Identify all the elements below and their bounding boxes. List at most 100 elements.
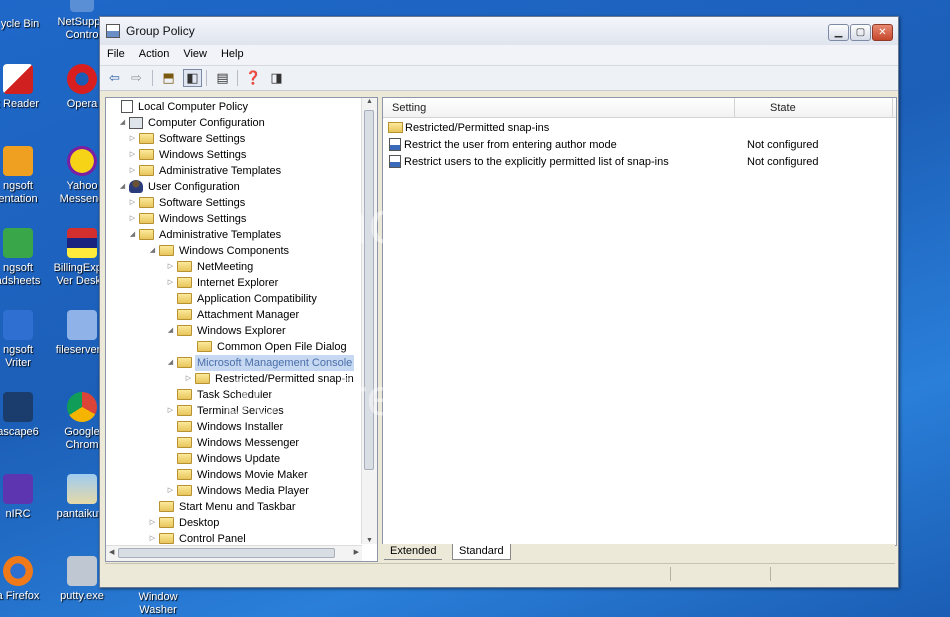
policy-document-icon	[121, 100, 133, 113]
scroll-right-icon[interactable]: ▶	[354, 548, 359, 556]
tree-node[interactable]: ▷ Desktop	[148, 515, 221, 531]
scrollbar-thumb[interactable]	[118, 548, 335, 558]
tree-node[interactable]: Windows Movie Maker	[166, 467, 310, 483]
setting-state: Not configured	[747, 156, 819, 168]
forward-button[interactable]: ⇨	[128, 70, 145, 86]
tree-node[interactable]: ▷ Restricted/Permitted snap-in	[184, 371, 356, 387]
folder-icon	[177, 453, 192, 464]
tree-expander-icon[interactable]: ◢	[118, 179, 127, 195]
tree-node[interactable]: ◢ Administrative Templates	[128, 227, 283, 243]
column-divider[interactable]	[734, 98, 735, 117]
show-hide-tree-button[interactable]: ◧	[183, 69, 202, 87]
tree-node[interactable]: Local Computer Policy	[110, 99, 250, 115]
help-button[interactable]: ❓	[245, 70, 262, 86]
menu-help[interactable]: Help	[214, 45, 251, 60]
tree-node[interactable]: ◢ Windows Components	[148, 243, 291, 259]
scroll-left-icon[interactable]: ◀	[109, 548, 114, 556]
desktop-icon-window-washer[interactable]: Window Washer	[118, 591, 198, 617]
tree-node[interactable]: ▷ Windows Settings	[128, 147, 248, 163]
tree-expander-icon[interactable]: ▷	[184, 371, 193, 387]
tree-node[interactable]: Application Compatibility	[166, 291, 319, 307]
tree-node-label: Start Menu and Taskbar	[179, 501, 296, 513]
tree-node[interactable]: ▷ Windows Media Player	[166, 483, 311, 499]
tree-expander-icon[interactable]: ◢	[166, 323, 175, 339]
toolbar: ⇦ ⇨ ⬒ ◧ ▤ ❓ ◨	[100, 66, 898, 91]
minimize-button[interactable]: ▁	[828, 24, 849, 41]
menu-view[interactable]: View	[176, 45, 214, 60]
tree-node[interactable]: Task Scheduler	[166, 387, 274, 403]
scroll-down-icon[interactable]: ▼	[362, 537, 377, 544]
tree-horizontal-scrollbar[interactable]: ◀ ▶	[106, 545, 362, 561]
tree-expander-icon[interactable]: ▷	[148, 515, 157, 531]
scrollbar-thumb[interactable]	[364, 110, 374, 470]
tree-expander-icon[interactable]: ▷	[166, 259, 175, 275]
folder-icon	[139, 149, 154, 160]
tree-node-label: Computer Configuration	[148, 117, 265, 129]
tree-expander-icon[interactable]: ▷	[128, 163, 137, 179]
tree-expander-icon[interactable]: ◢	[148, 243, 157, 259]
tree-expander-icon[interactable]: ▷	[166, 483, 175, 499]
list-row[interactable]: Restricted/Permitted snap-ins	[388, 120, 888, 136]
tree-node[interactable]: ◢ Computer Configuration	[118, 115, 267, 131]
close-button[interactable]: ✕	[872, 24, 893, 41]
tree-node[interactable]: ▷ Software Settings	[128, 195, 247, 211]
tree-node-label: Task Scheduler	[197, 389, 273, 401]
tree-node[interactable]: Windows Installer	[166, 419, 285, 435]
chrome-icon	[67, 392, 97, 422]
tree-node[interactable]: ▷ NetMeeting	[166, 259, 255, 275]
tree-node[interactable]: Start Menu and Taskbar	[148, 499, 298, 515]
tree-node[interactable]: ◢ Microsoft Management Console	[166, 355, 355, 371]
tree-expander-icon[interactable]: ◢	[166, 355, 175, 371]
tree-node[interactable]: ◢ Windows Explorer	[166, 323, 288, 339]
close-icon: ✕	[878, 27, 887, 38]
column-header-setting[interactable]: Setting	[392, 102, 426, 114]
title-bar[interactable]: Group Policy ▁ ▢ ✕	[100, 17, 898, 45]
tree-expander-icon[interactable]: ▷	[128, 211, 137, 227]
tree-node[interactable]: ▷ Administrative Templates	[128, 163, 283, 179]
export-list-button[interactable]: ▤	[214, 70, 231, 86]
folder-icon	[195, 373, 210, 384]
tree-node[interactable]: Attachment Manager	[166, 307, 301, 323]
tree-expander-icon[interactable]: ▷	[128, 195, 137, 211]
folder-icon	[177, 277, 192, 288]
group-policy-app-icon	[106, 24, 120, 38]
menu-file[interactable]: File	[100, 45, 132, 60]
tree-node[interactable]: Common Open File Dialog	[186, 339, 349, 355]
tree-vertical-scrollbar[interactable]: ▲ ▼	[361, 98, 377, 544]
tree-node-label: Administrative Templates	[159, 229, 282, 241]
tree-node[interactable]: ▷ Terminal Services	[166, 403, 286, 419]
show-hide-action-pane-button[interactable]: ◨	[268, 70, 285, 86]
tree-expander-icon[interactable]: ▷	[128, 131, 137, 147]
settings-list[interactable]: Setting State Restricted/Permitted snap-…	[382, 97, 897, 546]
tab-standard[interactable]: Standard	[452, 544, 511, 560]
tree-node[interactable]: ▷ Software Settings	[128, 131, 247, 147]
folder-icon	[177, 437, 192, 448]
tree-node[interactable]: ◢ User Configuration	[118, 179, 242, 195]
console-tree[interactable]: Local Computer Policy ◢ Computer Configura…	[105, 97, 378, 562]
folder-icon	[177, 469, 192, 480]
tree-node[interactable]: Windows Update	[166, 451, 282, 467]
tree-node-label: Windows Settings	[159, 149, 247, 161]
up-one-level-button[interactable]: ⬒	[160, 70, 177, 86]
folder-icon	[177, 293, 192, 304]
tree-expander-icon[interactable]: ▷	[128, 147, 137, 163]
setting-state: Not configured	[747, 139, 819, 151]
tree-expander-icon[interactable]: ◢	[118, 115, 127, 131]
list-row[interactable]: Restrict the user from entering author m…	[388, 137, 888, 153]
column-header-state[interactable]: State	[770, 102, 796, 114]
tree-node[interactable]: ▷ Windows Settings	[128, 211, 248, 227]
tree-node[interactable]: ▷ Internet Explorer	[166, 275, 280, 291]
tab-extended[interactable]: Extended	[384, 544, 443, 560]
column-divider[interactable]	[892, 98, 893, 117]
back-button[interactable]: ⇦	[106, 70, 123, 86]
menu-action[interactable]: Action	[132, 45, 177, 60]
list-row[interactable]: Restrict users to the explicitly permitt…	[388, 154, 888, 170]
tree-expander-icon[interactable]: ▷	[166, 275, 175, 291]
scroll-up-icon[interactable]: ▲	[362, 98, 377, 105]
maximize-button[interactable]: ▢	[850, 24, 871, 41]
tree-node[interactable]: Windows Messenger	[166, 435, 301, 451]
toolbar-separator	[237, 70, 238, 86]
arrow-left-icon: ⇦	[109, 70, 120, 85]
tree-expander-icon[interactable]: ◢	[128, 227, 137, 243]
tree-expander-icon[interactable]: ▷	[166, 403, 175, 419]
